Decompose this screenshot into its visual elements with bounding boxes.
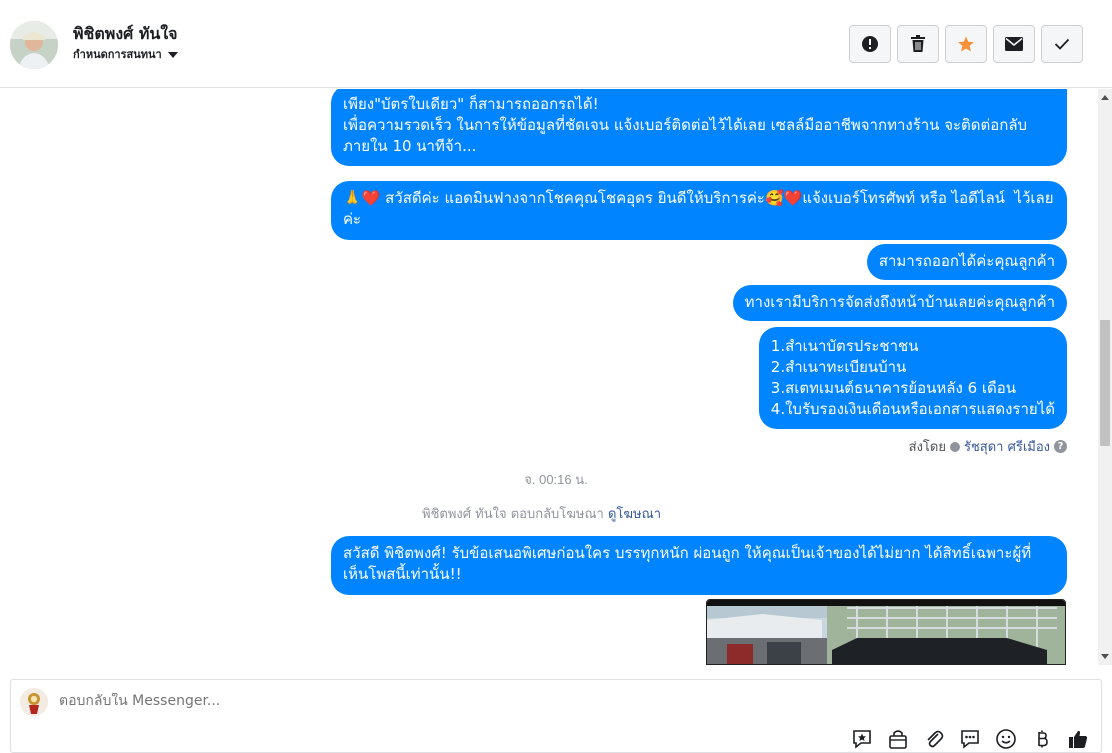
messenger-inbox: พิชิตพงศ์ ทันใจ กำหนดการสนทนา เพียง"บัตร… (0, 0, 1112, 753)
scroll-thumb[interactable] (1100, 320, 1110, 446)
sent-by-prefix: ส่งโดย (908, 440, 946, 455)
like-button[interactable] (1066, 727, 1089, 750)
saved-reply-icon (852, 729, 871, 749)
contact-name[interactable]: พิชิตพงศ์ ทันใจ (73, 22, 178, 47)
chevron-down-icon (167, 51, 178, 58)
message-thread[interactable]: เพียง"บัตรใบเดียว" ก็สามารถออกรถได้! เพื… (0, 89, 1112, 665)
envelope-icon (1005, 37, 1023, 51)
reply-composer (10, 679, 1102, 753)
mark-done-button[interactable] (1041, 25, 1083, 63)
baht-icon (1037, 730, 1048, 747)
composer-tools (850, 727, 1089, 750)
shop-bag-icon (888, 729, 907, 749)
scroll-down-arrow[interactable] (1101, 654, 1109, 659)
assign-conversation-dropdown[interactable]: กำหนดการสนทนา (73, 45, 178, 63)
reply-input[interactable] (59, 693, 759, 709)
message-bubble[interactable]: สวัสดี พิชิตพงศ์! รับข้อเสนอพิเศษก่อนใคร… (331, 536, 1067, 595)
message-bubble[interactable]: สามารถออกได้ค่ะคุณลูกค้า (866, 244, 1067, 280)
payment-button[interactable] (1030, 727, 1053, 750)
mark-unread-button[interactable] (993, 25, 1035, 63)
quick-replies-button[interactable] (958, 727, 981, 750)
attach-button[interactable] (922, 727, 945, 750)
quick-reply-icon (960, 729, 979, 749)
assign-conversation-label: กำหนดการสนทนา (73, 48, 162, 61)
message-timestamp: จ. 00:16 น. (524, 472, 588, 487)
shop-button[interactable] (886, 727, 909, 750)
sent-check-icon (949, 441, 960, 452)
report-spam-button[interactable] (849, 25, 891, 63)
report-icon (862, 36, 878, 52)
contact-avatar[interactable] (10, 21, 58, 69)
conversation-actions (849, 25, 1083, 63)
attachment-icon (926, 730, 943, 747)
vehicle-photo[interactable] (706, 599, 1066, 665)
thread-scrollbar[interactable] (1098, 89, 1112, 665)
sender-name[interactable]: รัชสุดา ศรีเมือง (964, 436, 1050, 457)
message-bubble[interactable]: เพียง"บัตรใบเดียว" ก็สามารถออกรถได้! เพื… (331, 89, 1067, 166)
message-bubble[interactable]: 1.สำเนาบัตรประชาชน 2.สำเนาทะเบียนบ้าน 3.… (758, 327, 1067, 429)
check-icon (1054, 38, 1070, 50)
message-bubble[interactable]: ทางเรามีบริการจัดส่งถึงหน้าบ้านเลยค่ะคุณ… (732, 285, 1067, 321)
like-icon (1068, 730, 1087, 748)
sent-by-label: ส่งโดย รัชสุดา ศรีเมือง ? (909, 436, 1067, 457)
scroll-up-arrow[interactable] (1101, 95, 1109, 100)
ad-reply-notice: พิชิตพงศ์ ทันใจ ตอบกลับโฆษณา ดูโฆษณา (0, 503, 1083, 524)
page-avatar (20, 688, 48, 716)
emoji-icon (995, 728, 1016, 749)
saved-replies-button[interactable] (850, 727, 873, 750)
message-bubble[interactable]: 🙏❤️ สวัสดีค่ะ แอดมินฟางจากโชคคุณโชคอุดร … (331, 181, 1067, 240)
view-ad-link[interactable]: ดูโฆษณา (608, 507, 661, 522)
ad-reply-text: พิชิตพงศ์ ทันใจ ตอบกลับโฆษณา (422, 507, 604, 522)
star-button[interactable] (945, 25, 987, 63)
trash-icon (911, 35, 925, 52)
conversation-header: พิชิตพงศ์ ทันใจ กำหนดการสนทนา (0, 0, 1112, 88)
star-icon (958, 36, 974, 52)
help-icon[interactable]: ? (1054, 440, 1067, 453)
emoji-button[interactable] (994, 727, 1017, 750)
delete-button[interactable] (897, 25, 939, 63)
